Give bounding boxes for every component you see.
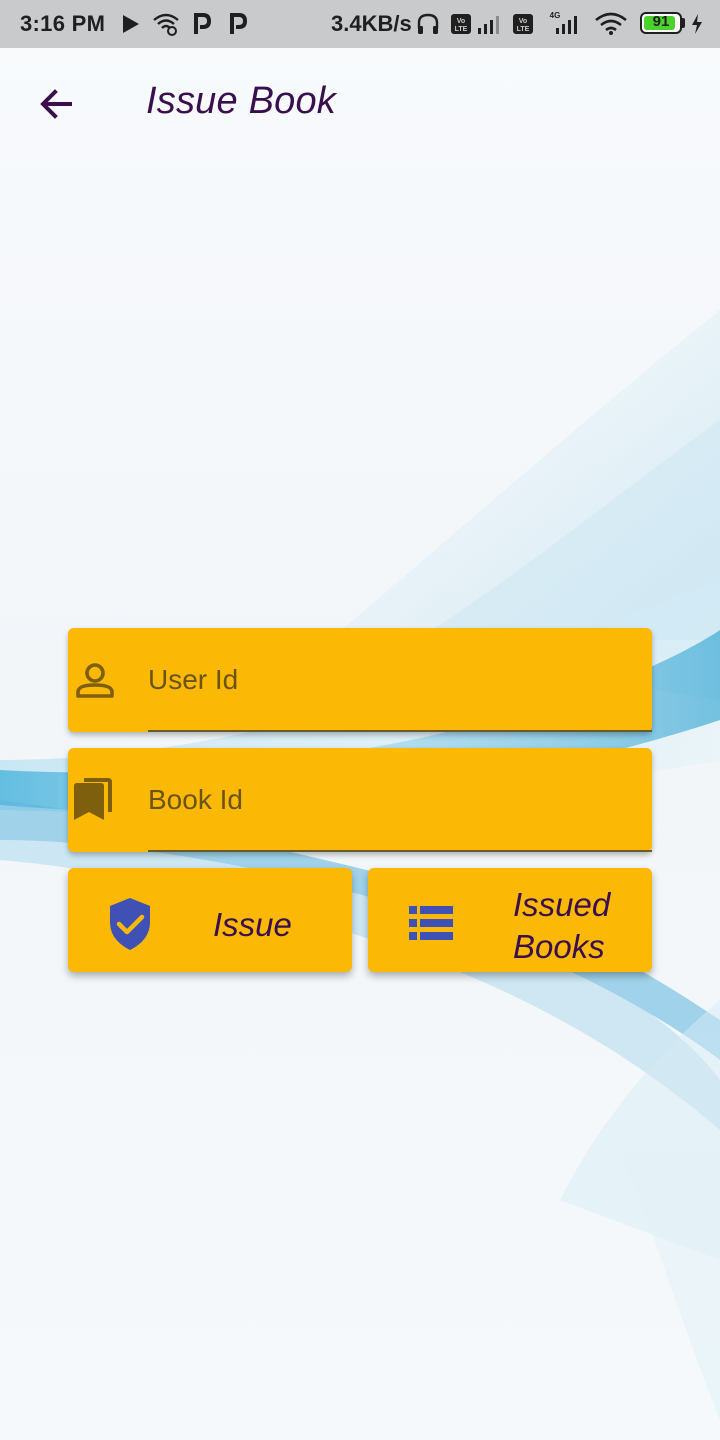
list-icon (409, 906, 453, 940)
issued-books-button[interactable]: Issued Books (368, 868, 652, 972)
issued-books-label-line2: Books (513, 928, 605, 965)
user-id-field[interactable] (68, 628, 652, 732)
network-speed: 3.4KB/s (331, 11, 412, 36)
person-icon (76, 663, 114, 698)
parking-p-icon-2 (230, 13, 248, 34)
svg-text:4G: 4G (550, 11, 561, 20)
wifi-sync-icon (153, 13, 179, 36)
issue-button[interactable]: Issue (68, 868, 352, 972)
svg-text:LTE: LTE (455, 26, 468, 33)
status-bar: 3:16 PM 3.4KB/s Vo LTE Vo LTE 4G 91 (0, 0, 720, 48)
parking-p-icon (194, 13, 212, 34)
battery-icon: 91 (640, 12, 682, 34)
book-id-input[interactable] (148, 778, 628, 822)
issue-button-label: Issue (213, 906, 292, 943)
svg-text:LTE: LTE (517, 26, 530, 33)
battery-level: 91 (652, 13, 670, 30)
user-id-input[interactable] (148, 658, 628, 702)
user-id-underline (148, 730, 652, 732)
book-id-field[interactable] (68, 748, 652, 852)
book-id-underline (148, 850, 652, 852)
issued-books-label-line1: Issued (513, 886, 611, 923)
back-button[interactable] (30, 78, 82, 130)
play-store-icon (123, 15, 139, 33)
page-title: Issue Book (146, 80, 336, 122)
svg-text:Vo: Vo (457, 18, 465, 25)
volte-4g-signal-icon: Vo LTE 4G (513, 11, 577, 34)
arrow-back-icon (40, 89, 72, 119)
headset-icon (417, 13, 439, 34)
volte-signal-icon: Vo LTE (451, 14, 499, 34)
verified-shield-icon (110, 898, 150, 950)
status-time: 3:16 PM (20, 11, 106, 36)
svg-text:Vo: Vo (519, 18, 527, 25)
bookmarks-icon (74, 778, 112, 820)
charging-bolt-icon (692, 14, 702, 34)
battery-tip (682, 18, 685, 28)
app-bar: Issue Book (0, 48, 720, 160)
wifi-icon (595, 12, 627, 35)
